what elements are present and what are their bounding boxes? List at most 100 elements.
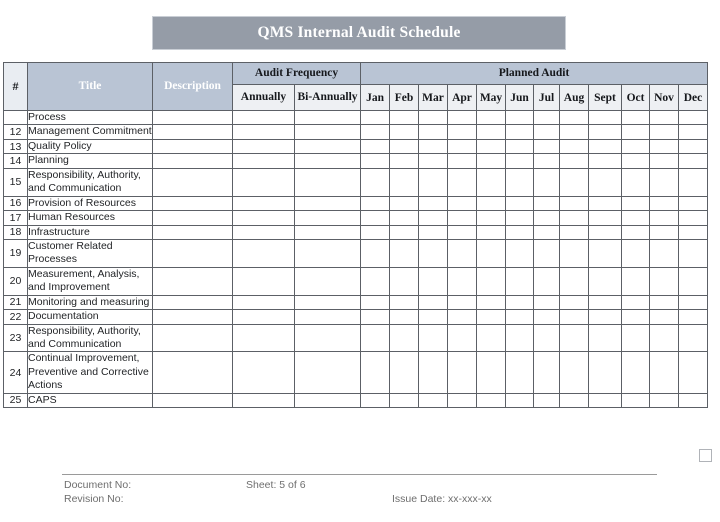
row-month-cell[interactable] (476, 266, 507, 296)
row-month-cell[interactable] (649, 167, 680, 197)
row-month-cell[interactable] (418, 109, 449, 126)
row-month-cell[interactable] (447, 238, 478, 268)
row-month-cell[interactable] (476, 109, 507, 126)
row-month-cell[interactable] (533, 238, 561, 268)
row-month-cell[interactable] (418, 195, 449, 212)
row-month-cell[interactable] (360, 351, 391, 394)
row-month-cell[interactable] (621, 266, 651, 296)
row-description-cell[interactable] (152, 238, 233, 268)
row-month-cell[interactable] (418, 124, 449, 140)
row-month-cell[interactable] (447, 266, 478, 296)
row-month-cell[interactable] (621, 224, 651, 240)
row-month-cell[interactable] (588, 167, 623, 197)
row-month-cell[interactable] (476, 138, 507, 155)
row-month-cell[interactable] (588, 109, 623, 126)
row-month-cell[interactable] (389, 392, 420, 409)
row-month-cell[interactable] (418, 224, 449, 240)
row-month-cell[interactable] (389, 224, 420, 240)
row-month-cell[interactable] (559, 210, 590, 226)
row-month-cell[interactable] (505, 392, 535, 409)
row-month-cell[interactable] (559, 109, 590, 126)
row-month-cell[interactable] (678, 323, 709, 353)
row-month-cell[interactable] (678, 109, 709, 126)
row-month-cell[interactable] (621, 351, 651, 394)
row-bi-annually-cell[interactable] (293, 224, 362, 240)
row-month-cell[interactable] (360, 323, 391, 353)
row-month-cell[interactable] (389, 109, 420, 126)
row-description-cell[interactable] (152, 224, 233, 240)
row-month-cell[interactable] (533, 167, 561, 197)
row-month-cell[interactable] (418, 138, 449, 155)
row-month-cell[interactable] (533, 153, 561, 169)
row-month-cell[interactable] (418, 210, 449, 226)
row-month-cell[interactable] (621, 294, 651, 311)
row-month-cell[interactable] (505, 224, 535, 240)
row-month-cell[interactable] (476, 153, 507, 169)
row-month-cell[interactable] (588, 392, 623, 409)
row-month-cell[interactable] (447, 309, 478, 325)
row-month-cell[interactable] (476, 294, 507, 311)
row-month-cell[interactable] (649, 309, 680, 325)
row-month-cell[interactable] (505, 195, 535, 212)
table-resize-handle[interactable] (699, 449, 712, 462)
row-month-cell[interactable] (649, 351, 680, 394)
row-month-cell[interactable] (649, 153, 680, 169)
row-description-cell[interactable] (152, 195, 233, 212)
row-month-cell[interactable] (533, 210, 561, 226)
row-annually-cell[interactable] (232, 238, 295, 268)
row-month-cell[interactable] (678, 392, 709, 409)
row-month-cell[interactable] (588, 210, 623, 226)
row-description-cell[interactable] (152, 138, 233, 155)
row-month-cell[interactable] (649, 138, 680, 155)
row-month-cell[interactable] (559, 294, 590, 311)
row-month-cell[interactable] (447, 167, 478, 197)
row-month-cell[interactable] (505, 309, 535, 325)
row-month-cell[interactable] (533, 195, 561, 212)
row-annually-cell[interactable] (232, 224, 295, 240)
row-month-cell[interactable] (360, 138, 391, 155)
row-month-cell[interactable] (678, 266, 709, 296)
row-month-cell[interactable] (447, 392, 478, 409)
row-month-cell[interactable] (505, 294, 535, 311)
row-month-cell[interactable] (621, 309, 651, 325)
row-month-cell[interactable] (678, 309, 709, 325)
row-month-cell[interactable] (649, 323, 680, 353)
row-month-cell[interactable] (505, 323, 535, 353)
row-bi-annually-cell[interactable] (293, 323, 362, 353)
row-bi-annually-cell[interactable] (293, 238, 362, 268)
row-month-cell[interactable] (505, 138, 535, 155)
row-month-cell[interactable] (649, 109, 680, 126)
row-month-cell[interactable] (389, 210, 420, 226)
row-month-cell[interactable] (588, 238, 623, 268)
row-month-cell[interactable] (447, 224, 478, 240)
row-bi-annually-cell[interactable] (293, 124, 362, 140)
row-month-cell[interactable] (418, 351, 449, 394)
row-month-cell[interactable] (559, 309, 590, 325)
row-month-cell[interactable] (649, 224, 680, 240)
row-month-cell[interactable] (588, 266, 623, 296)
row-month-cell[interactable] (533, 294, 561, 311)
row-month-cell[interactable] (678, 138, 709, 155)
row-month-cell[interactable] (621, 124, 651, 140)
row-month-cell[interactable] (360, 238, 391, 268)
row-month-cell[interactable] (476, 351, 507, 394)
row-month-cell[interactable] (621, 153, 651, 169)
row-month-cell[interactable] (476, 167, 507, 197)
row-annually-cell[interactable] (232, 153, 295, 169)
row-description-cell[interactable] (152, 351, 233, 394)
row-bi-annually-cell[interactable] (293, 294, 362, 311)
row-month-cell[interactable] (559, 323, 590, 353)
row-month-cell[interactable] (447, 323, 478, 353)
row-month-cell[interactable] (418, 167, 449, 197)
row-month-cell[interactable] (389, 195, 420, 212)
row-bi-annually-cell[interactable] (293, 195, 362, 212)
row-month-cell[interactable] (447, 294, 478, 311)
row-month-cell[interactable] (588, 138, 623, 155)
row-month-cell[interactable] (418, 392, 449, 409)
row-month-cell[interactable] (447, 195, 478, 212)
row-annually-cell[interactable] (232, 351, 295, 394)
row-annually-cell[interactable] (232, 266, 295, 296)
row-month-cell[interactable] (418, 323, 449, 353)
row-month-cell[interactable] (559, 167, 590, 197)
row-description-cell[interactable] (152, 210, 233, 226)
